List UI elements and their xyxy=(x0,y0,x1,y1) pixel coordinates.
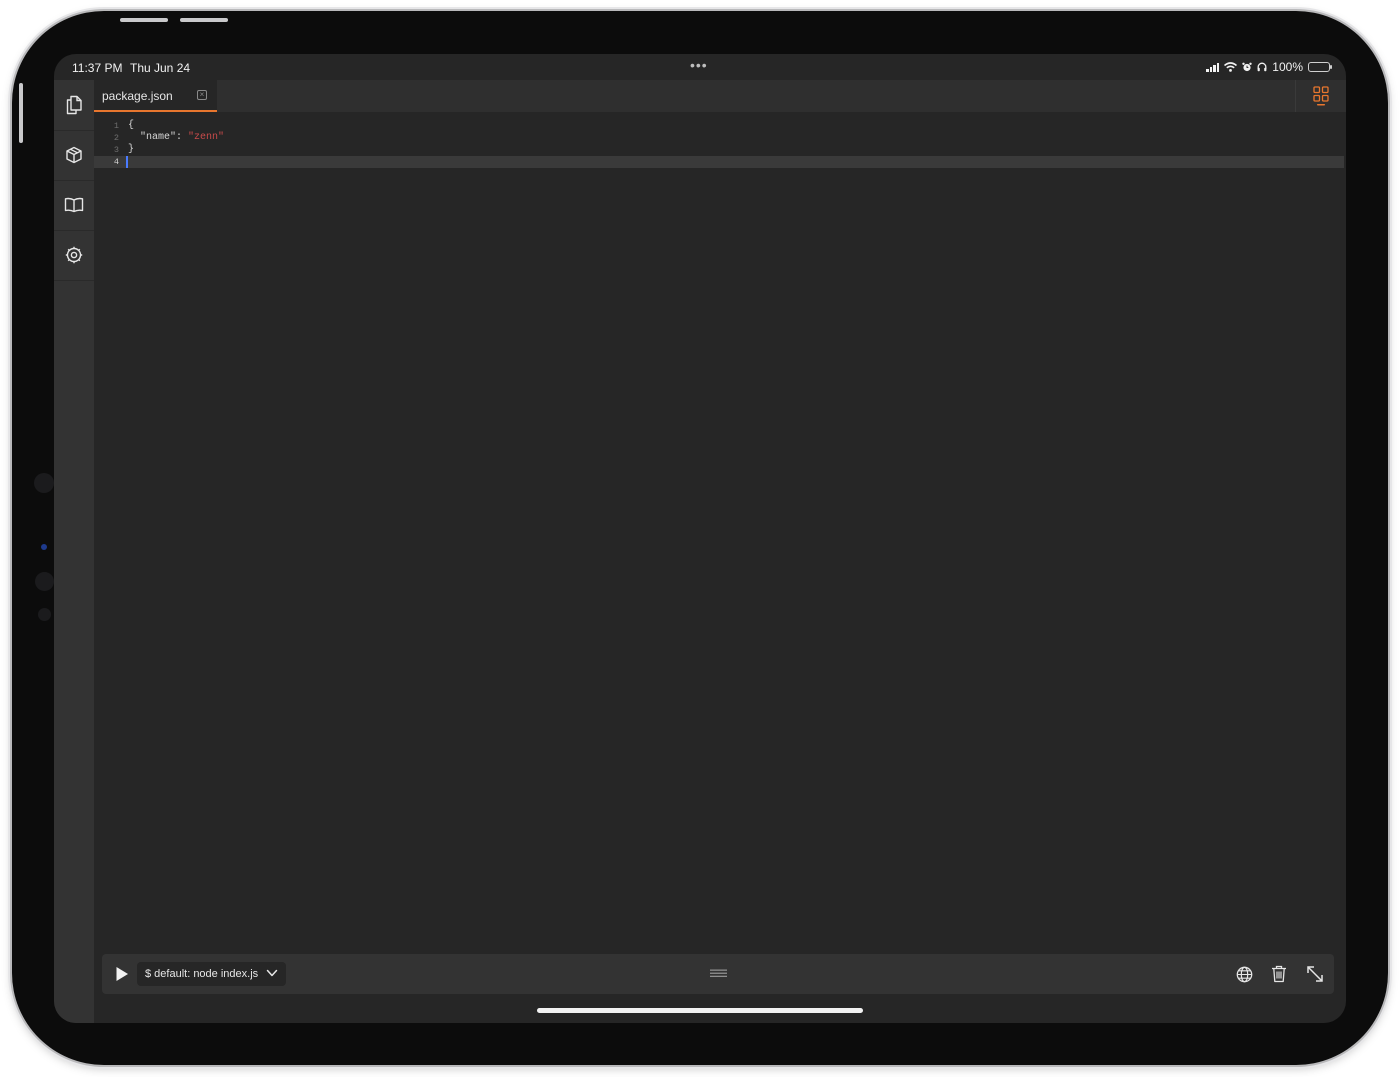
headphones-icon xyxy=(1257,62,1267,72)
package-icon xyxy=(66,146,82,164)
expand-icon xyxy=(1307,966,1323,982)
status-bar: 11:37 PM Thu Jun 24 ••• 100% xyxy=(54,54,1346,80)
code-line: 2 "name": "zenn" xyxy=(94,132,1344,144)
globe-icon xyxy=(1236,966,1252,982)
code-text: } xyxy=(128,144,135,155)
json-separator: : xyxy=(176,132,189,143)
text-cursor xyxy=(126,156,128,168)
layout-toggle-button[interactable] xyxy=(1295,80,1346,112)
power-button xyxy=(19,83,23,143)
line-number: 4 xyxy=(113,157,119,167)
volume-button xyxy=(180,18,228,22)
code-line: 3 } xyxy=(94,144,1344,156)
sidebar-item-settings[interactable] xyxy=(54,230,94,281)
line-number: 1 xyxy=(113,121,119,131)
code-text: "name": "zenn" xyxy=(140,132,224,144)
grid-layout-icon xyxy=(1313,86,1329,106)
battery-icon xyxy=(1308,62,1332,72)
status-time: 11:37 PM xyxy=(72,61,123,75)
open-browser-button[interactable] xyxy=(1233,963,1255,985)
code-editor[interactable]: 1 { 2 "name": "zenn" 3 } 4 xyxy=(94,112,1346,952)
camera-sensor xyxy=(38,608,51,621)
sidebar-item-docs[interactable] xyxy=(54,180,94,231)
line-number: 3 xyxy=(113,145,119,155)
volume-button xyxy=(120,18,168,22)
multitask-dots[interactable]: ••• xyxy=(690,57,708,73)
script-select-label: $ default: node index.js xyxy=(145,968,259,980)
code-line: 1 { xyxy=(94,120,1344,132)
play-icon xyxy=(116,967,128,981)
home-indicator[interactable] xyxy=(537,1008,863,1013)
book-icon xyxy=(64,197,84,213)
tab-package-json[interactable]: package.json × xyxy=(94,80,217,112)
close-icon[interactable]: × xyxy=(197,90,207,100)
tab-label: package.json xyxy=(102,89,173,103)
chevron-down-icon xyxy=(266,969,278,977)
drag-handle-icon[interactable] xyxy=(710,969,727,978)
files-icon xyxy=(66,95,82,115)
camera-indicator xyxy=(41,544,47,550)
activity-sidebar xyxy=(54,80,94,1023)
json-string-value: "zenn" xyxy=(188,132,225,143)
line-number: 2 xyxy=(113,133,119,143)
sidebar-item-packages[interactable] xyxy=(54,130,94,181)
run-console-bar: $ default: node index.js xyxy=(102,954,1334,994)
json-key: "name" xyxy=(140,132,177,143)
code-text: { xyxy=(128,120,135,131)
script-select[interactable]: $ default: node index.js xyxy=(137,962,286,986)
camera-lens xyxy=(35,572,54,591)
cellular-signal-icon xyxy=(1206,62,1220,72)
wifi-icon xyxy=(1224,62,1238,72)
camera-lens xyxy=(34,473,54,493)
settings-icon xyxy=(65,246,83,264)
alarm-icon xyxy=(1242,62,1252,72)
sidebar-item-files[interactable] xyxy=(54,80,94,131)
clear-console-button[interactable] xyxy=(1268,963,1290,985)
status-date: Thu Jun 24 xyxy=(130,61,191,75)
code-line-active: 4 xyxy=(94,156,1344,168)
editor-tab-bar: package.json × xyxy=(94,80,1346,112)
expand-console-button[interactable] xyxy=(1304,963,1326,985)
app-screen: 11:37 PM Thu Jun 24 ••• 100% package.jso… xyxy=(54,54,1346,1023)
trash-icon xyxy=(1272,965,1286,983)
run-button[interactable] xyxy=(112,964,132,984)
battery-percent: 100% xyxy=(1272,60,1303,74)
